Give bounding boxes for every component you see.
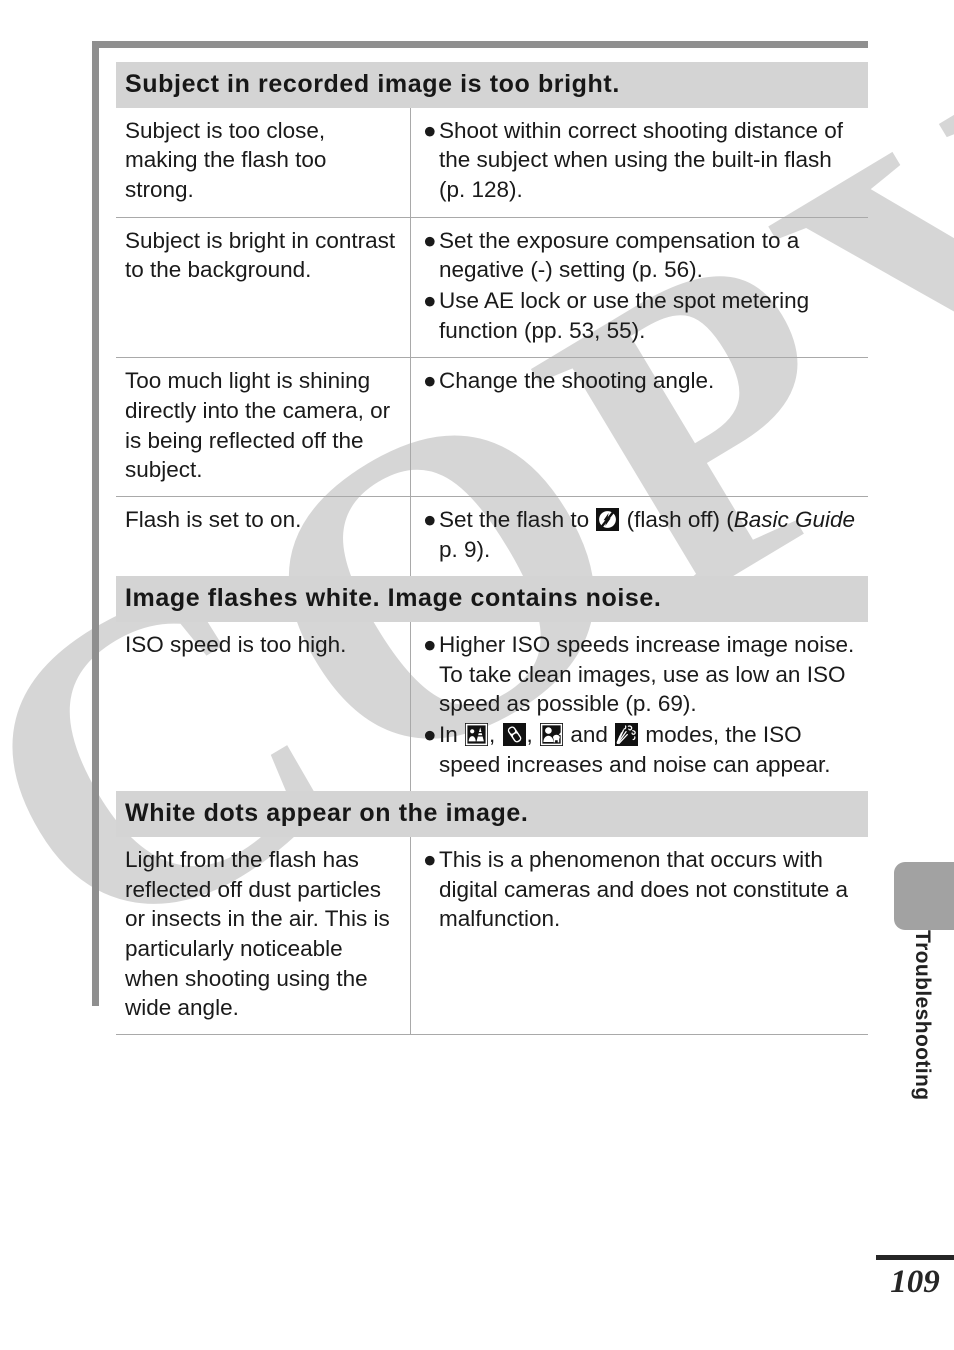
icon-separator: and bbox=[564, 722, 615, 747]
bullet-dot-icon: ● bbox=[423, 287, 437, 313]
table-row: Subject is bright in contrast to the bac… bbox=[116, 217, 868, 359]
bullet-dot-icon: ● bbox=[423, 846, 437, 872]
action-text-lead: In bbox=[439, 722, 465, 747]
action-cell: ● Higher ISO speeds increase image noise… bbox=[411, 622, 868, 791]
cause-cell: Light from the flash has reflected off d… bbox=[116, 836, 411, 1034]
cause-cell: Flash is set to on. bbox=[116, 497, 411, 577]
action-cell: ● Change the shooting angle. bbox=[411, 358, 868, 496]
page-frame-top-rule bbox=[92, 41, 868, 48]
action-bullet: ● Shoot within correct shooting distance… bbox=[423, 116, 862, 205]
table-row: Light from the flash has reflected off d… bbox=[116, 836, 868, 1035]
section-header-too-bright: Subject in recorded image is too bright. bbox=[116, 62, 868, 108]
action-text: Shoot within correct shooting distance o… bbox=[439, 117, 843, 202]
bullet-dot-icon: ● bbox=[423, 227, 437, 253]
action-text: Use AE lock or use the spot metering fun… bbox=[439, 287, 810, 343]
chapter-tab-label: Troubleshooting bbox=[911, 930, 934, 1101]
action-text: Set the exposure compensation to a negat… bbox=[439, 227, 800, 283]
action-bullet: ● Use AE lock or use the spot metering f… bbox=[423, 286, 862, 345]
page-number: 109 bbox=[890, 1264, 940, 1300]
cause-cell: Subject is bright in contrast to the bac… bbox=[116, 217, 411, 358]
cause-cell: Subject is too close, making the flash t… bbox=[116, 107, 411, 217]
table-row: Subject is too close, making the flash t… bbox=[116, 107, 868, 218]
action-bullet: ● Set the exposure compensation to a neg… bbox=[423, 226, 862, 285]
bullet-dot-icon: ● bbox=[423, 722, 437, 747]
folio-rule bbox=[876, 1255, 954, 1260]
table-row: ISO speed is too high. ● Higher ISO spee… bbox=[116, 621, 868, 792]
page-frame-left-rule bbox=[92, 41, 99, 1006]
table-row: Too much light is shining directly into … bbox=[116, 358, 868, 498]
action-text: Set the flash to bbox=[439, 507, 596, 533]
chapter-thumb-tab bbox=[894, 862, 954, 930]
bullet-dot-icon: ● bbox=[423, 117, 437, 143]
icon-separator: , bbox=[489, 722, 502, 747]
troubleshooting-table: Subject in recorded image is too bright.… bbox=[116, 62, 868, 1035]
action-text: Higher ISO speeds increase image noise. … bbox=[439, 631, 855, 717]
action-text-tail: p. 9). bbox=[439, 536, 491, 562]
action-cell: ● This is a phenomenon that occurs with … bbox=[411, 837, 868, 1034]
icon-separator: , bbox=[526, 722, 540, 747]
table-row: Flash is set to on. ● Set the flash to (… bbox=[116, 497, 868, 577]
action-bullet: ● In , , and modes, the ISO speed increa… bbox=[423, 720, 862, 779]
bullet-dot-icon: ● bbox=[423, 507, 437, 533]
fireworks-mode-icon bbox=[615, 723, 639, 746]
action-cell: ● Set the exposure compensation to a neg… bbox=[411, 218, 868, 358]
action-text: Change the shooting angle. bbox=[439, 368, 715, 394]
cause-cell: ISO speed is too high. bbox=[116, 621, 411, 792]
action-cell: ● Shoot within correct shooting distance… bbox=[411, 108, 868, 217]
action-bullet: ● This is a phenomenon that occurs with … bbox=[423, 845, 862, 934]
action-cell: ● Set the flash to (flash off) (Basic Gu… bbox=[411, 497, 868, 576]
night-snapshot-mode-icon bbox=[465, 723, 489, 746]
kids-and-pets-mode-icon bbox=[540, 723, 564, 746]
section-header-image-noise: Image flashes white. Image contains nois… bbox=[116, 576, 868, 622]
cause-cell: Too much light is shining directly into … bbox=[116, 358, 411, 497]
action-bullet: ● Change the shooting angle. bbox=[423, 366, 862, 396]
action-bullet: ● Set the flash to (flash off) (Basic Gu… bbox=[423, 505, 862, 564]
bullet-dot-icon: ● bbox=[423, 631, 437, 657]
action-text-italic: Basic Guide bbox=[733, 507, 856, 533]
bullet-dot-icon: ● bbox=[423, 368, 437, 394]
action-text: This is a phenomenon that occurs with di… bbox=[439, 846, 848, 932]
section-header-white-dots: White dots appear on the image. bbox=[116, 791, 868, 837]
action-bullet: ● Higher ISO speeds increase image noise… bbox=[423, 630, 862, 719]
flash-off-icon bbox=[596, 508, 620, 532]
action-text-tail-head: (flash off) ( bbox=[620, 507, 734, 533]
indoor-mode-icon bbox=[502, 723, 526, 746]
